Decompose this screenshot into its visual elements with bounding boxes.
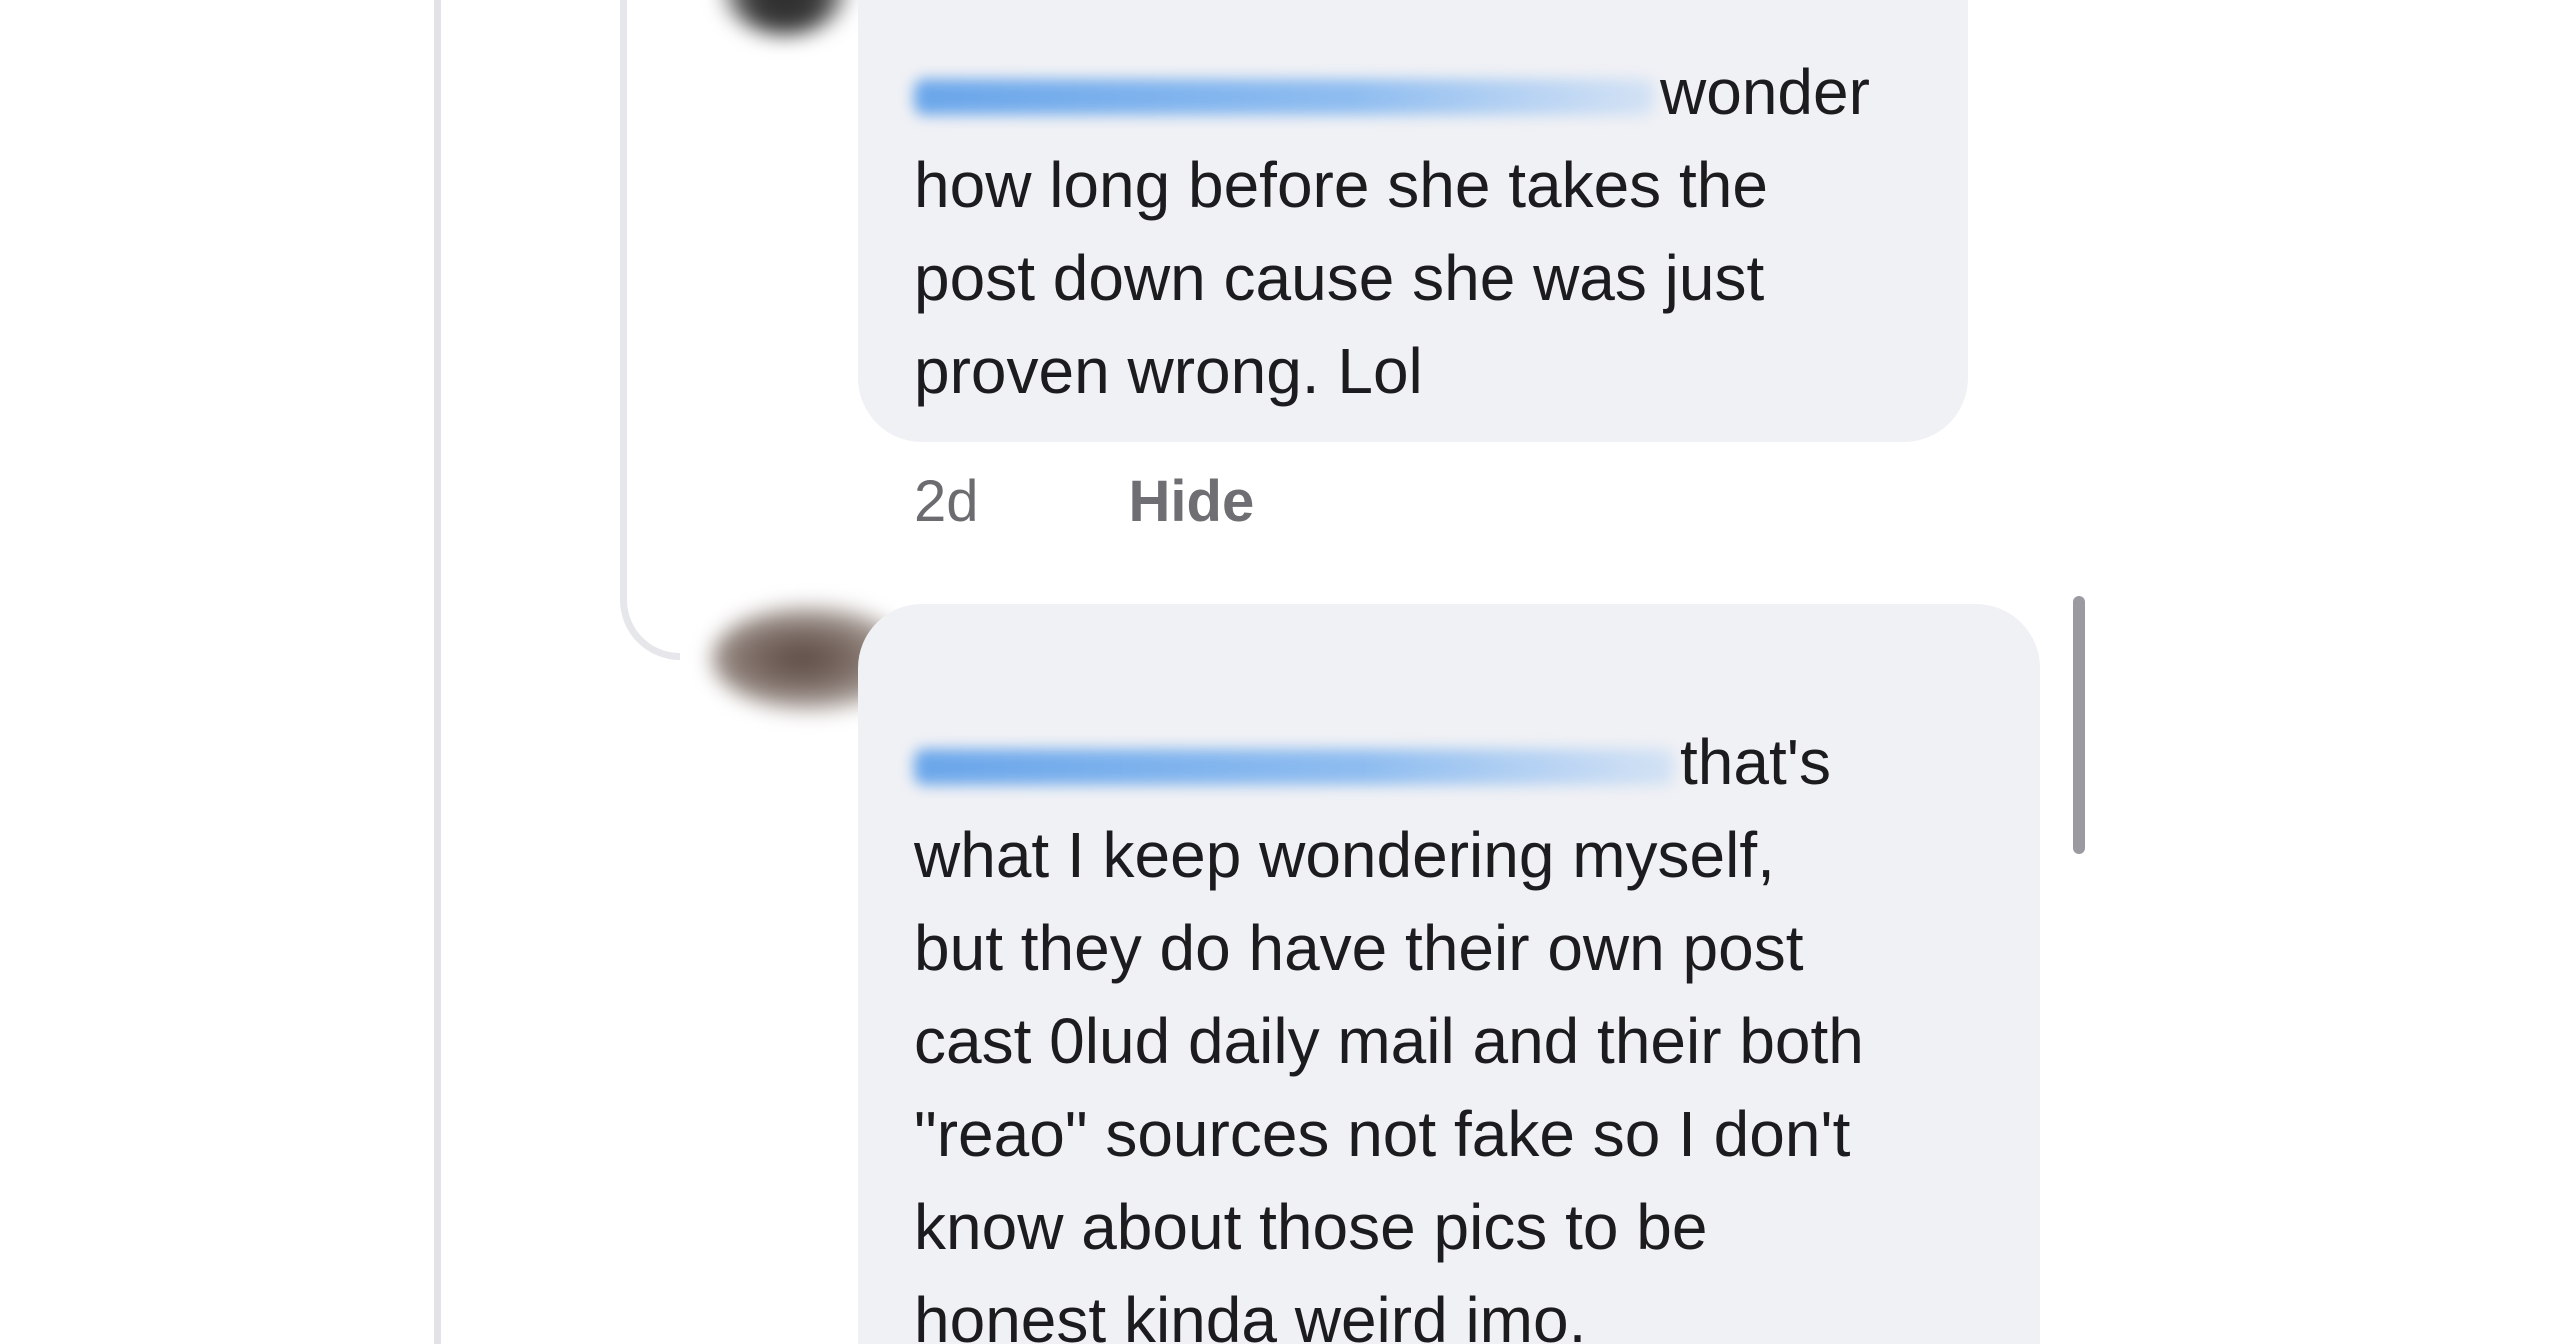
comment-line: honest kinda weird imo. <box>914 1284 1587 1344</box>
user-mention-redacted[interactable] <box>914 79 1654 116</box>
comment-line: that's <box>914 716 1864 809</box>
comment-timestamp: 2d <box>914 469 979 534</box>
comment-line: proven wrong. Lol <box>914 335 1423 407</box>
comment-line: know about those pics to be <box>914 1191 1708 1263</box>
comment-thread-view: wonder how long before she takes the pos… <box>0 0 2560 1344</box>
avatar[interactable] <box>720 0 850 35</box>
comment-line: how long before she takes the <box>914 149 1768 221</box>
comment-line: but they do have their own post <box>914 912 1804 984</box>
comment-line: "reao" sources not fake so I don't <box>914 1098 1851 1170</box>
thread-connector-outer <box>434 0 441 1344</box>
hide-button[interactable]: Hide <box>1129 462 1255 542</box>
comment-line: cast 0lud daily mail and their both <box>914 1005 1864 1077</box>
comment-text: wonder how long before she takes the pos… <box>914 46 1870 418</box>
scrollbar[interactable] <box>2073 596 2085 854</box>
thread-connector-curve <box>620 560 680 660</box>
thread-connector-inner <box>620 0 627 595</box>
user-mention-redacted[interactable] <box>914 749 1674 786</box>
comment-line: wonder <box>914 46 1870 139</box>
comment-line: post down cause she was just <box>914 242 1765 314</box>
comment-line: what I keep wondering myself, <box>914 819 1775 891</box>
comment-text: that's what I keep wondering myself, but… <box>914 716 1864 1344</box>
comment-actions: 2d Hide <box>914 462 1254 542</box>
